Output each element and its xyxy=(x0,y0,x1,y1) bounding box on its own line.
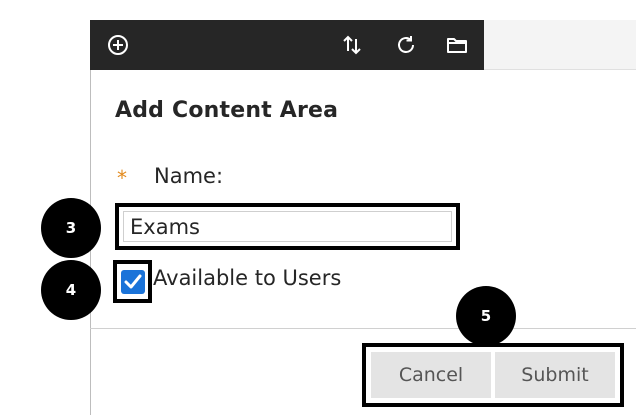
cancel-button[interactable]: Cancel xyxy=(371,352,491,398)
page: Add Content Area * Name: Available to Us… xyxy=(0,0,636,415)
content-toolbar xyxy=(90,20,484,70)
folder-icon[interactable] xyxy=(445,33,469,57)
required-marker: * xyxy=(117,166,127,190)
footer-divider xyxy=(90,328,636,329)
step-marker-3: 3 xyxy=(41,198,101,258)
available-checkbox[interactable] xyxy=(121,270,145,294)
buttons-highlight: Cancel Submit xyxy=(362,343,624,407)
form-title: Add Content Area xyxy=(115,98,339,123)
toolbar-spacer xyxy=(484,20,636,70)
add-circle-icon[interactable] xyxy=(106,33,130,57)
checkmark-icon xyxy=(124,274,142,289)
name-field-highlight xyxy=(115,203,460,250)
name-label: Name: xyxy=(154,164,224,188)
refresh-icon[interactable] xyxy=(394,33,418,57)
submit-button[interactable]: Submit xyxy=(495,352,615,398)
available-label: Available to Users xyxy=(153,266,342,290)
available-checkbox-highlight xyxy=(113,260,152,303)
step-marker-4: 4 xyxy=(41,260,101,320)
name-input[interactable] xyxy=(123,211,452,242)
sort-arrows-icon[interactable] xyxy=(340,33,364,57)
step-marker-5: 5 xyxy=(456,286,516,346)
